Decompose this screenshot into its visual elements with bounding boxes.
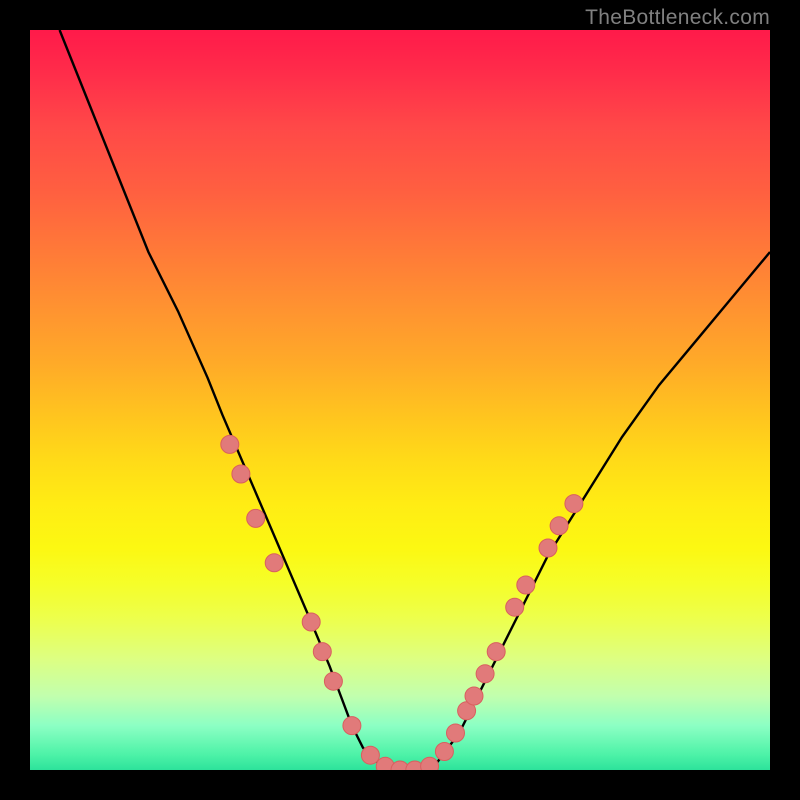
curve-marker — [517, 576, 535, 594]
curve-marker — [313, 643, 331, 661]
chart-svg — [30, 30, 770, 770]
curve-marker — [232, 465, 250, 483]
curve-marker — [247, 509, 265, 527]
curve-marker — [539, 539, 557, 557]
curve-markers — [221, 435, 583, 770]
chart-plot-area — [30, 30, 770, 770]
curve-marker — [435, 743, 453, 761]
curve-marker — [221, 435, 239, 453]
attribution-label: TheBottleneck.com — [585, 6, 770, 30]
curve-marker — [324, 672, 342, 690]
curve-marker — [565, 495, 583, 513]
curve-marker — [343, 717, 361, 735]
curve-marker — [265, 554, 283, 572]
bottleneck-curve — [60, 30, 770, 770]
curve-marker — [421, 757, 439, 770]
curve-marker — [506, 598, 524, 616]
curve-marker — [361, 746, 379, 764]
curve-marker — [487, 643, 505, 661]
curve-marker — [465, 687, 483, 705]
curve-marker — [302, 613, 320, 631]
curve-marker — [476, 665, 494, 683]
curve-marker — [447, 724, 465, 742]
curve-marker — [550, 517, 568, 535]
